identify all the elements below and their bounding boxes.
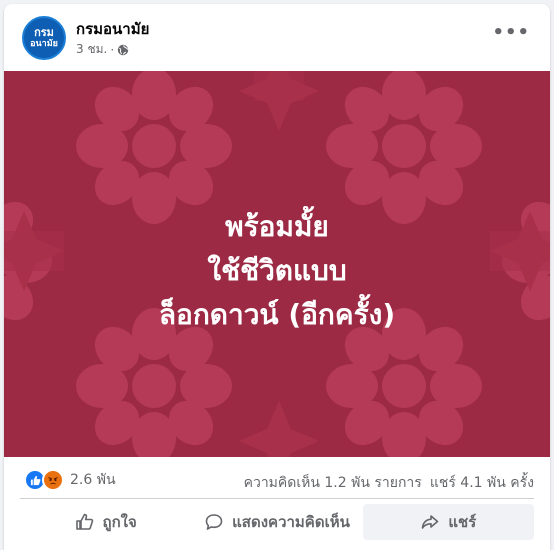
post-stats: 2.6 พัน ความคิดเห็น 1.2 พัน รายการ แชร์ … (4, 463, 550, 495)
post-header: กรม อนามัย กรมอนามัย 3 ชม. · ••• (4, 4, 550, 71)
page-name-link[interactable]: กรมอนามัย (76, 17, 149, 41)
thumbs-up-icon (75, 513, 93, 530)
share-count-link[interactable]: แชร์ 4.1 พัน ครั้ง (430, 472, 534, 494)
share-label: แชร์ (448, 513, 477, 531)
stats-divider (20, 498, 534, 499)
more-options-icon[interactable]: ••• (492, 24, 530, 42)
comment-button[interactable]: แสดงความคิดเห็น (191, 504, 362, 540)
caption-line-1: พร้อมมั้ย (225, 210, 329, 243)
comment-count-link[interactable]: ความคิดเห็น 1.2 พัน รายการ (244, 472, 422, 494)
post-actions-bar: ถูกใจ แสดงความคิดเห็น แชร์ (20, 504, 534, 540)
avatar-text-top: กรม (34, 25, 54, 39)
engagement-counts: ความคิดเห็น 1.2 พัน รายการ แชร์ 4.1 พัน … (244, 472, 534, 494)
post-meta: 3 ชม. · (76, 40, 129, 59)
caption-line-3: ล็อกดาวน์ (อีกครั้ง) (158, 298, 396, 331)
post-timestamp[interactable]: 3 ชม. (76, 40, 107, 59)
reactions-summary[interactable]: 2.6 พัน (24, 469, 116, 491)
like-label: ถูกใจ (102, 513, 137, 531)
post-card: กรม อนามัย กรมอนามัย 3 ชม. · ••• พร้อมมั… (4, 4, 550, 550)
comment-label: แสดงความคิดเห็น (232, 513, 350, 531)
comment-icon (205, 514, 223, 530)
caption-line-2: ใช้ชีวิตแบบ (207, 254, 347, 287)
share-icon (422, 515, 439, 529)
page-avatar[interactable]: กรม อนามัย (22, 16, 66, 60)
image-caption: พร้อมมั้ย ใช้ชีวิตแบบ ล็อกดาวน์ (อีกครั้… (4, 205, 550, 337)
share-button[interactable]: แชร์ (362, 504, 534, 540)
avatar-text-bottom: อนามัย (30, 38, 58, 49)
reaction-count: 2.6 พัน (70, 472, 116, 488)
angry-icon (42, 469, 64, 491)
like-button[interactable]: ถูกใจ (20, 504, 191, 540)
meta-separator: · (110, 42, 115, 57)
post-image[interactable]: พร้อมมั้ย ใช้ชีวิตแบบ ล็อกดาวน์ (อีกครั้… (4, 71, 550, 457)
globe-icon[interactable] (117, 44, 129, 56)
